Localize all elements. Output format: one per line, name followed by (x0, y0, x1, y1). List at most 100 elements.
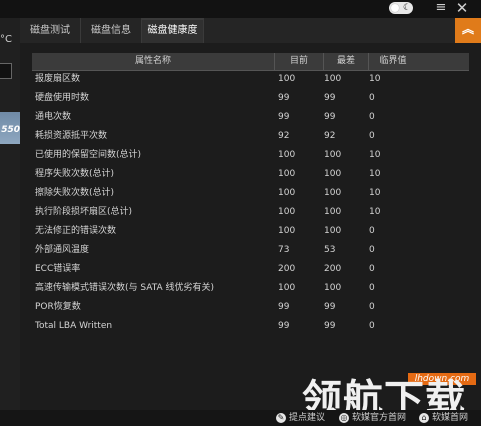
attr-threshold: 0 (369, 226, 375, 236)
status-bar (0, 410, 481, 426)
globe-icon: ◎ (339, 412, 349, 423)
attr-threshold: 10 (369, 74, 381, 84)
attr-worst: 100 (324, 188, 342, 198)
attr-worst: 100 (324, 74, 342, 84)
table-scrollbar[interactable] (470, 53, 478, 338)
attr-threshold: 10 (369, 169, 381, 179)
attr-name: 高速传输模式错误次数(与 SATA 线优劣有关) (35, 283, 215, 293)
attr-worst: 100 (324, 169, 342, 179)
attr-worst: 92 (324, 131, 336, 141)
table-row[interactable]: 无法修正的错误次数 100 100 0 (32, 222, 469, 241)
table-row[interactable]: 程序失败次数(总计) 100 100 10 (32, 165, 469, 184)
attr-name: 程序失败次数(总计) (35, 169, 115, 179)
attr-current: 92 (278, 131, 290, 141)
attr-current: 100 (278, 207, 296, 217)
table-row[interactable]: 擦除失败次数(总计) 100 100 10 (32, 184, 469, 203)
attr-threshold: 0 (369, 131, 375, 141)
tab-disk-health[interactable]: 磁盘健康度 (142, 18, 204, 43)
attr-threshold: 10 (369, 150, 381, 160)
attr-current: 100 (278, 226, 296, 236)
toggle-knob (391, 4, 399, 12)
attr-threshold: 0 (369, 245, 375, 255)
tab-disk-test[interactable]: 磁盘测试 (20, 18, 81, 43)
attr-current: 100 (278, 74, 296, 84)
header-threshold: 临界值 (379, 56, 407, 66)
attr-threshold: 10 (369, 207, 381, 217)
left-field (0, 63, 12, 79)
header-current: 目前 (289, 56, 308, 66)
attr-threshold: 0 (369, 93, 375, 103)
attr-threshold: 0 (369, 264, 375, 274)
attr-threshold: 10 (369, 188, 381, 198)
lightbulb-icon: ✎ (276, 412, 286, 423)
attr-name: 外部通风温度 (35, 245, 90, 255)
table-row[interactable]: POR恢复数 99 99 0 (32, 298, 469, 317)
home-icon: ⌂ (419, 412, 429, 423)
more-label: 软媒首网 (432, 413, 469, 423)
attr-name: 擦除失败次数(总计) (35, 188, 115, 198)
website-link[interactable]: ◎ 软媒官方首网 (339, 410, 406, 426)
menu-icon[interactable]: ≡ (434, 1, 448, 15)
attr-current: 73 (278, 245, 290, 255)
table-row[interactable]: 耗损资源抵平次数 92 92 0 (32, 127, 469, 146)
temperature-fragment: °C (0, 34, 12, 45)
attr-name: 通电次数 (35, 112, 72, 122)
attr-threshold: 0 (369, 302, 375, 312)
attr-current: 99 (278, 321, 290, 331)
attr-current: 100 (278, 188, 296, 198)
more-link[interactable]: ⌂ 软媒首网 (419, 410, 468, 426)
attr-name: ECC错误率 (35, 264, 81, 274)
attr-current: 100 (278, 169, 296, 179)
attr-worst: 100 (324, 283, 342, 293)
double-chevron-up-icon[interactable]: ︽ (455, 18, 481, 43)
tab-disk-info[interactable]: 磁盘信息 (81, 18, 142, 43)
attr-worst: 100 (324, 226, 342, 236)
attr-worst: 53 (324, 245, 336, 255)
tab-bar: 磁盘测试 磁盘信息 磁盘健康度 (20, 18, 481, 43)
attr-name: 已使用的保留空间数(总计) (35, 150, 142, 160)
attr-worst: 99 (324, 93, 336, 103)
attr-name: 报废扇区数 (35, 74, 81, 84)
attr-current: 100 (278, 150, 296, 160)
table-body: 报废扇区数 100 100 10 硬盘使用时数 99 99 0 通电次数 99 … (32, 70, 469, 338)
moon-icon: ☾ (402, 3, 412, 13)
table-row[interactable]: 执行阶段损坏扇区(总计) 100 100 10 (32, 203, 469, 222)
table-row[interactable]: 硬盘使用时数 99 99 0 (32, 89, 469, 108)
attr-current: 99 (278, 112, 290, 122)
attr-name: 无法修正的错误次数 (35, 226, 117, 236)
attr-current: 200 (278, 264, 296, 274)
attr-worst: 99 (324, 302, 336, 312)
attr-threshold: 0 (369, 112, 375, 122)
website-label: 软媒官方首网 (352, 413, 407, 423)
close-icon[interactable]: ✕ (455, 0, 469, 16)
table-header: 属性名称 目前 最差 临界值 (32, 53, 469, 71)
attr-threshold: 0 (369, 321, 375, 331)
attr-name: 执行阶段损坏扇区(总计) (35, 207, 133, 217)
attr-worst: 100 (324, 207, 342, 217)
attr-name: POR恢复数 (35, 302, 81, 312)
table-row[interactable]: ECC错误率 200 200 0 (32, 260, 469, 279)
theme-toggle[interactable]: ☾ (389, 2, 413, 14)
feedback-label: 提点建议 (289, 413, 326, 423)
attr-name: Total LBA Written (35, 321, 113, 331)
attr-name: 耗损资源抵平次数 (35, 131, 108, 141)
attr-threshold: 0 (369, 283, 375, 293)
table-row[interactable]: 报废扇区数 100 100 10 (32, 70, 469, 89)
table-row[interactable]: 高速传输模式错误次数(与 SATA 线优劣有关) 100 100 0 (32, 279, 469, 298)
attr-current: 99 (278, 93, 290, 103)
attr-worst: 99 (324, 112, 336, 122)
attr-worst: 99 (324, 321, 336, 331)
attr-current: 100 (278, 283, 296, 293)
table-row[interactable]: 外部通风温度 73 53 0 (32, 241, 469, 260)
drive-image-text: 550 (1, 125, 20, 135)
table-row[interactable]: Total LBA Written 99 99 0 (32, 317, 469, 336)
header-worst: 最差 (336, 56, 355, 66)
feedback-link[interactable]: ✎ 提点建议 (276, 410, 325, 426)
attr-worst: 100 (324, 150, 342, 160)
header-name: 属性名称 (134, 56, 171, 66)
table-row[interactable]: 已使用的保留空间数(总计) 100 100 10 (32, 146, 469, 165)
table-row[interactable]: 通电次数 99 99 0 (32, 108, 469, 127)
attr-name: 硬盘使用时数 (35, 93, 90, 103)
attr-worst: 200 (324, 264, 342, 274)
attr-current: 99 (278, 302, 290, 312)
